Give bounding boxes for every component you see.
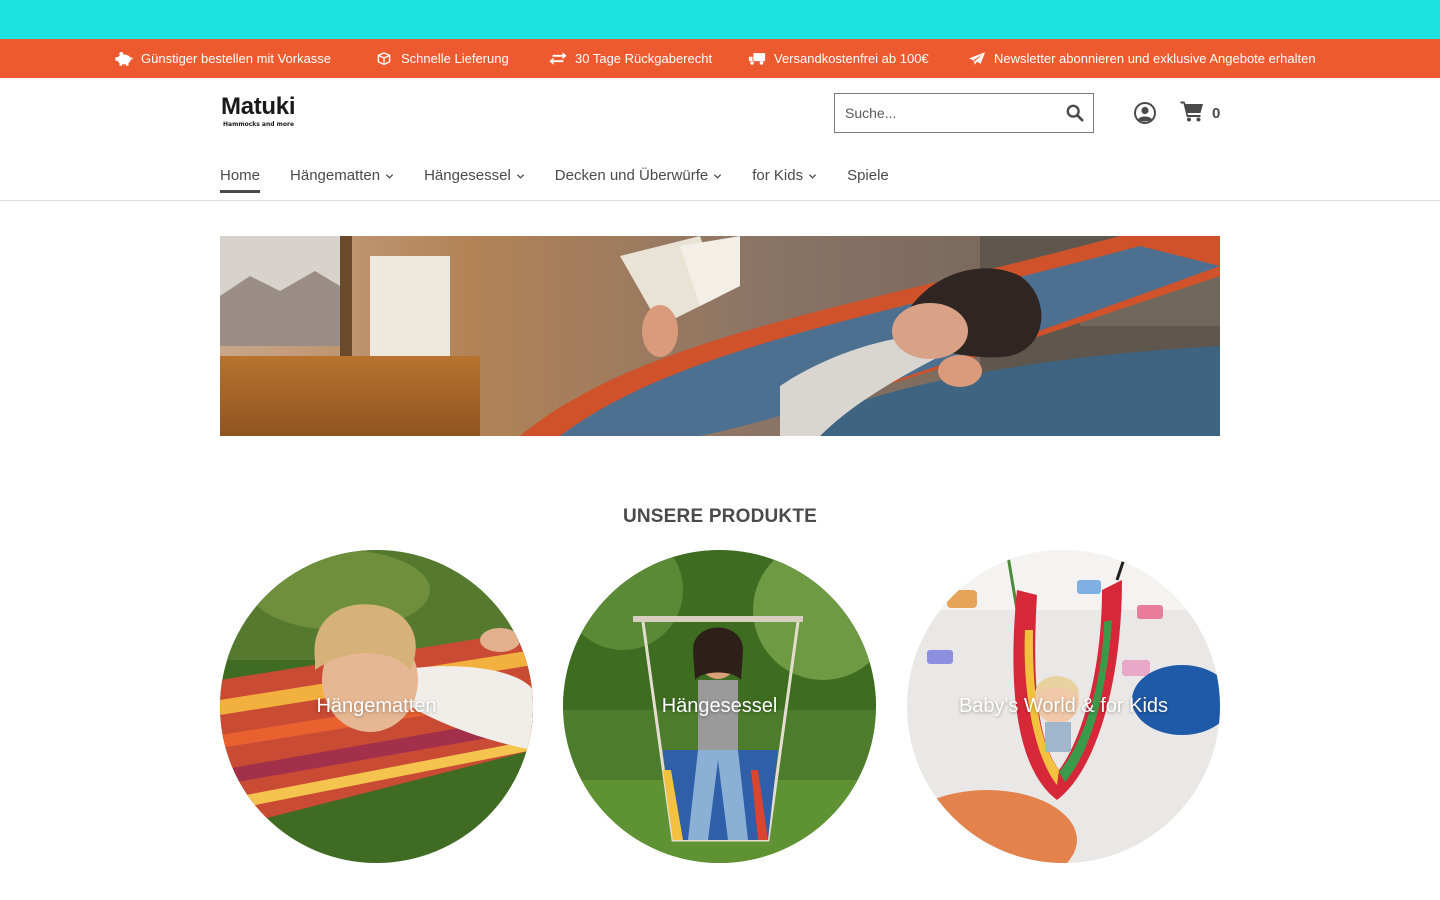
chevron-down-icon <box>516 174 524 179</box>
piggy-bank-icon <box>114 51 134 67</box>
truck-icon <box>747 51 767 67</box>
nav-item-label[interactable]: Hängematten <box>290 167 380 184</box>
chevron-down-icon <box>808 174 817 179</box>
shopping-cart-icon <box>1180 100 1204 127</box>
benefit-bar: Günstiger bestellen mit Vorkasse Schnell… <box>0 39 1440 78</box>
nav-item-label[interactable]: Spiele <box>847 167 889 184</box>
logo[interactable]: Matuki Hammocks and more <box>221 95 311 131</box>
search-icon[interactable] <box>1065 103 1085 123</box>
nav-item-home[interactable]: Home <box>220 167 261 195</box>
category-card-for-kids[interactable]: Baby's World & for Kids <box>907 550 1220 863</box>
cart-count: 0 <box>1212 104 1221 122</box>
nav-item-haengematten[interactable]: Hängematten <box>290 167 394 195</box>
nav-item-label[interactable]: Decken und Überwürfe <box>555 167 708 184</box>
nav-item-for-kids[interactable]: for Kids <box>752 167 817 195</box>
search-box <box>834 93 1094 133</box>
products-section-title: UNSERE PRODUKTE <box>622 506 818 527</box>
search-input[interactable] <box>835 95 1050 131</box>
nav-item-label[interactable]: Hängesessel <box>424 167 511 184</box>
benefit-label: 30 Tage Rückgaberecht <box>575 51 713 66</box>
logo-name[interactable]: Matuki <box>221 95 311 119</box>
benefit-versand: Versandkostenfrei ab 100€ <box>747 39 929 78</box>
top-announcement-bar <box>0 0 1440 39</box>
site-header: Matuki Hammocks and more 0 Home Hängemat… <box>0 78 1440 201</box>
benefit-rueckgabe: 30 Tage Rückgaberecht <box>548 39 712 78</box>
nav-item-spiele[interactable]: Spiele <box>847 167 889 195</box>
nav-item-haengesessel[interactable]: Hängesessel <box>424 167 525 195</box>
nav-item-label[interactable]: for Kids <box>752 167 803 184</box>
benefit-lieferung: Schnelle Lieferung <box>374 39 509 78</box>
chevron-down-icon <box>714 174 722 179</box>
hero-banner-image[interactable] <box>220 236 1220 436</box>
category-label[interactable]: Baby's World & for Kids <box>907 550 1220 863</box>
benefit-label: Günstiger bestellen mit Vorkasse <box>141 51 332 66</box>
chevron-down-icon <box>385 174 394 179</box>
user-circle-icon[interactable] <box>1133 101 1157 125</box>
benefit-label: Versandkostenfrei ab 100€ <box>774 51 929 66</box>
category-label[interactable]: Hängesessel <box>563 550 876 863</box>
exchange-arrows-icon <box>548 51 568 67</box>
benefit-newsletter[interactable]: Newsletter abonnieren und exklusive Ange… <box>967 39 1316 78</box>
nav-item-label[interactable]: Home <box>220 167 260 184</box>
nav-item-decken[interactable]: Decken und Überwürfe <box>555 167 722 195</box>
benefit-label[interactable]: Newsletter abonnieren und exklusive Ange… <box>994 51 1316 66</box>
category-label[interactable]: Hängematten <box>220 550 533 863</box>
package-icon <box>374 51 394 67</box>
main-nav: Home Hängematten Hängesessel Decken und … <box>220 167 919 201</box>
paper-plane-icon <box>967 51 987 67</box>
category-card-haengematten[interactable]: Hängematten <box>220 550 533 863</box>
category-card-haengesessel[interactable]: Hängesessel <box>563 550 876 863</box>
benefit-vorkasse: Günstiger bestellen mit Vorkasse <box>114 39 331 78</box>
benefit-label: Schnelle Lieferung <box>401 51 509 66</box>
logo-tagline: Hammocks and more <box>223 121 295 128</box>
cart-button[interactable]: 0 <box>1180 100 1220 126</box>
